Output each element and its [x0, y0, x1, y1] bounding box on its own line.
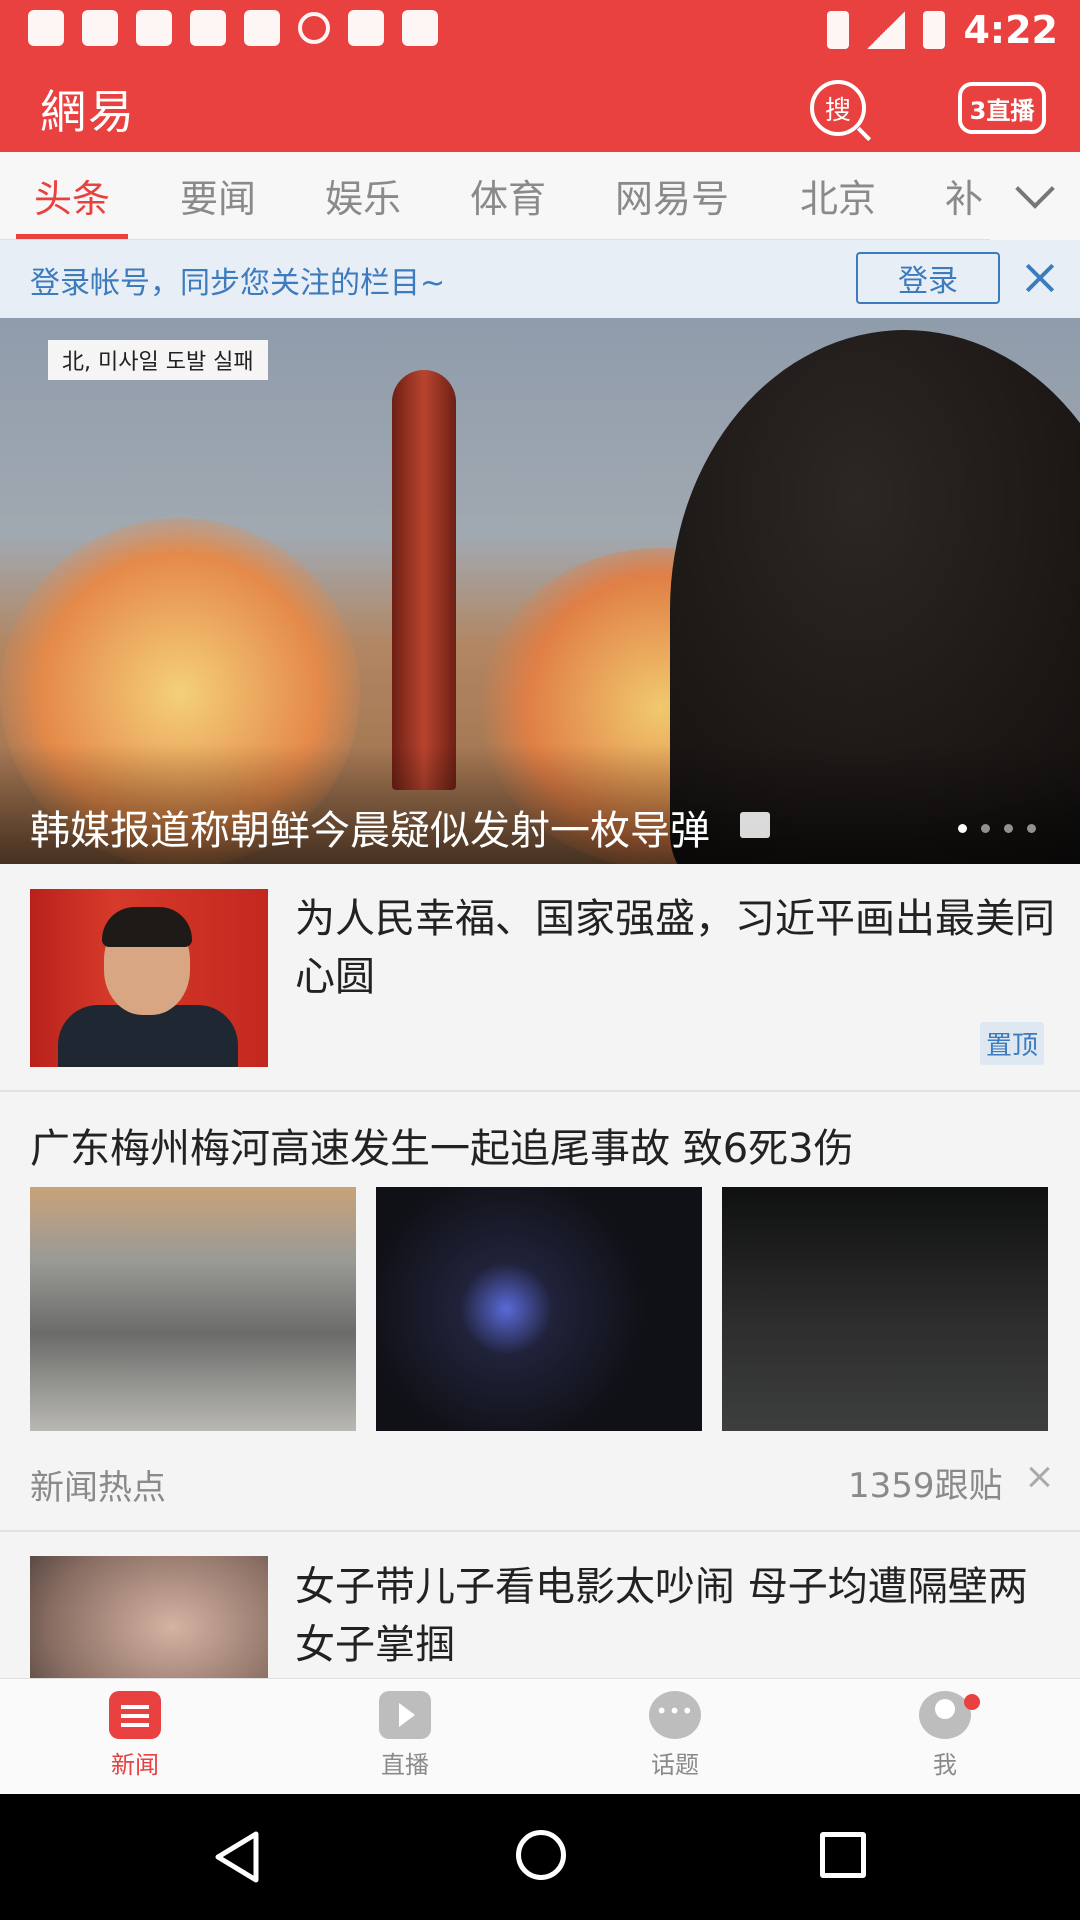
pinned-badge: 置顶: [980, 1022, 1045, 1065]
tab-beijing[interactable]: 北京: [800, 168, 876, 223]
tab-partial[interactable]: 补: [945, 168, 983, 223]
chevron-down-icon: [1015, 169, 1055, 209]
nav-label: 直播: [381, 1751, 429, 1779]
news-list-item[interactable]: 为人民幸福、国家强盛，习近平画出最美同心圆 置顶: [0, 864, 1080, 1092]
close-icon[interactable]: [1020, 258, 1060, 298]
clock: 4:22: [963, 8, 1058, 52]
tab-netease-hao[interactable]: 网易号: [615, 168, 729, 223]
notification-icon: [28, 10, 64, 46]
article-photo: [376, 1187, 702, 1431]
play-icon: [379, 1691, 431, 1739]
tab-news[interactable]: 要闻: [180, 168, 256, 223]
article-photo: [722, 1187, 1048, 1431]
news-icon: [109, 1691, 161, 1739]
nav-news[interactable]: 新闻: [65, 1691, 205, 1791]
dismiss-icon[interactable]: [1026, 1464, 1052, 1490]
alert-icon: [298, 12, 330, 44]
article-title: 广东梅州梅河高速发生一起追尾事故 致6死3伤: [30, 1126, 854, 1172]
tab-sports[interactable]: 体育: [470, 168, 546, 223]
active-tab-indicator: [16, 234, 128, 239]
android-icon: [402, 10, 438, 46]
status-bar: 4:22: [0, 0, 1080, 62]
article-thumbnail: [30, 889, 268, 1067]
news-list-item[interactable]: 女子带儿子看电影太吵闹 母子均遭隔壁两女子掌掴: [0, 1532, 1080, 1678]
article-photo: [30, 1187, 356, 1431]
nav-me[interactable]: 我: [875, 1691, 1015, 1791]
bluetooth-icon: [827, 11, 850, 49]
article-thumbnail: [30, 1556, 268, 1678]
chat-icon: [649, 1691, 701, 1739]
carousel-dot: [1027, 824, 1036, 833]
thumbnail-part: [102, 907, 192, 947]
notification-icon: [136, 10, 172, 46]
app-header: 網易 搜 3直播: [0, 62, 1080, 152]
hero-title: 韩媒报道称朝鲜今晨疑似发射一枚导弹: [30, 808, 710, 854]
nav-label: 话题: [651, 1751, 699, 1779]
tab-entertainment[interactable]: 娱乐: [325, 168, 401, 223]
hero-carousel[interactable]: 北, 미사일 도발 실패 韩媒报道称朝鲜今晨疑似发射一枚导弹: [0, 318, 1080, 864]
search-label: 搜: [824, 95, 851, 126]
hero-image-part: [392, 370, 456, 790]
app-logo: 網易: [40, 85, 136, 139]
satellite-icon: [244, 10, 280, 46]
nav-label: 新闻: [111, 1751, 159, 1779]
tabs-expand-button[interactable]: [990, 152, 1080, 240]
signal-icon: [867, 11, 906, 49]
recent-apps-icon[interactable]: [820, 1832, 866, 1878]
system-navigation-bar: [0, 1794, 1080, 1920]
live-button[interactable]: 3直播: [958, 82, 1046, 134]
search-button[interactable]: 搜: [810, 80, 866, 136]
bottom-navigation: 新闻 直播 话题 我: [0, 1678, 1080, 1794]
nav-live[interactable]: 直播: [335, 1691, 475, 1791]
lock-icon: [348, 10, 384, 46]
carousel-dot: [1004, 824, 1013, 833]
carousel-indicator: [958, 824, 1036, 833]
back-icon[interactable]: [212, 1830, 260, 1884]
article-title: 为人民幸福、国家强盛，习近平画出最美同心圆: [295, 896, 1055, 1000]
photo-icon: [740, 812, 770, 838]
login-banner-text: 登录帐号，同步您关注的栏目~: [30, 266, 446, 301]
login-button-label: 登录: [898, 264, 958, 299]
nav-topics[interactable]: 话题: [605, 1691, 745, 1791]
tab-headlines[interactable]: 头条: [34, 168, 110, 223]
article-title: 女子带儿子看电影太吵闹 母子均遭隔壁两女子掌掴: [295, 1564, 1028, 1668]
login-banner: 登录帐号，同步您关注的栏目~ 登录: [0, 240, 1080, 318]
home-icon[interactable]: [516, 1830, 566, 1880]
notification-icon: [82, 10, 118, 46]
system-status: 4:22: [827, 8, 1058, 52]
notification-dot: [964, 1694, 980, 1710]
login-button[interactable]: 登录: [856, 252, 1000, 304]
top-bar: 4:22 網易 搜 3直播: [0, 0, 1080, 152]
carousel-dot: [981, 824, 990, 833]
notification-icon: [190, 10, 226, 46]
notification-icons: [28, 10, 438, 46]
battery-icon: [923, 11, 946, 49]
channel-tabs: 头条 要闻 娱乐 体育 网易号 北京 补: [0, 152, 1080, 240]
nav-label: 我: [933, 1751, 957, 1779]
live-label: 3直播: [969, 96, 1035, 125]
comment-count: 1359跟贴: [848, 1466, 1003, 1506]
article-source: 新闻热点: [30, 1468, 166, 1508]
profile-icon: [919, 1691, 971, 1739]
hero-image-caption: 北, 미사일 도발 실패: [48, 340, 268, 380]
carousel-dot: [958, 824, 967, 833]
news-list-item[interactable]: 广东梅州梅河高速发生一起追尾事故 致6死3伤 新闻热点 1359跟贴: [0, 1092, 1080, 1532]
